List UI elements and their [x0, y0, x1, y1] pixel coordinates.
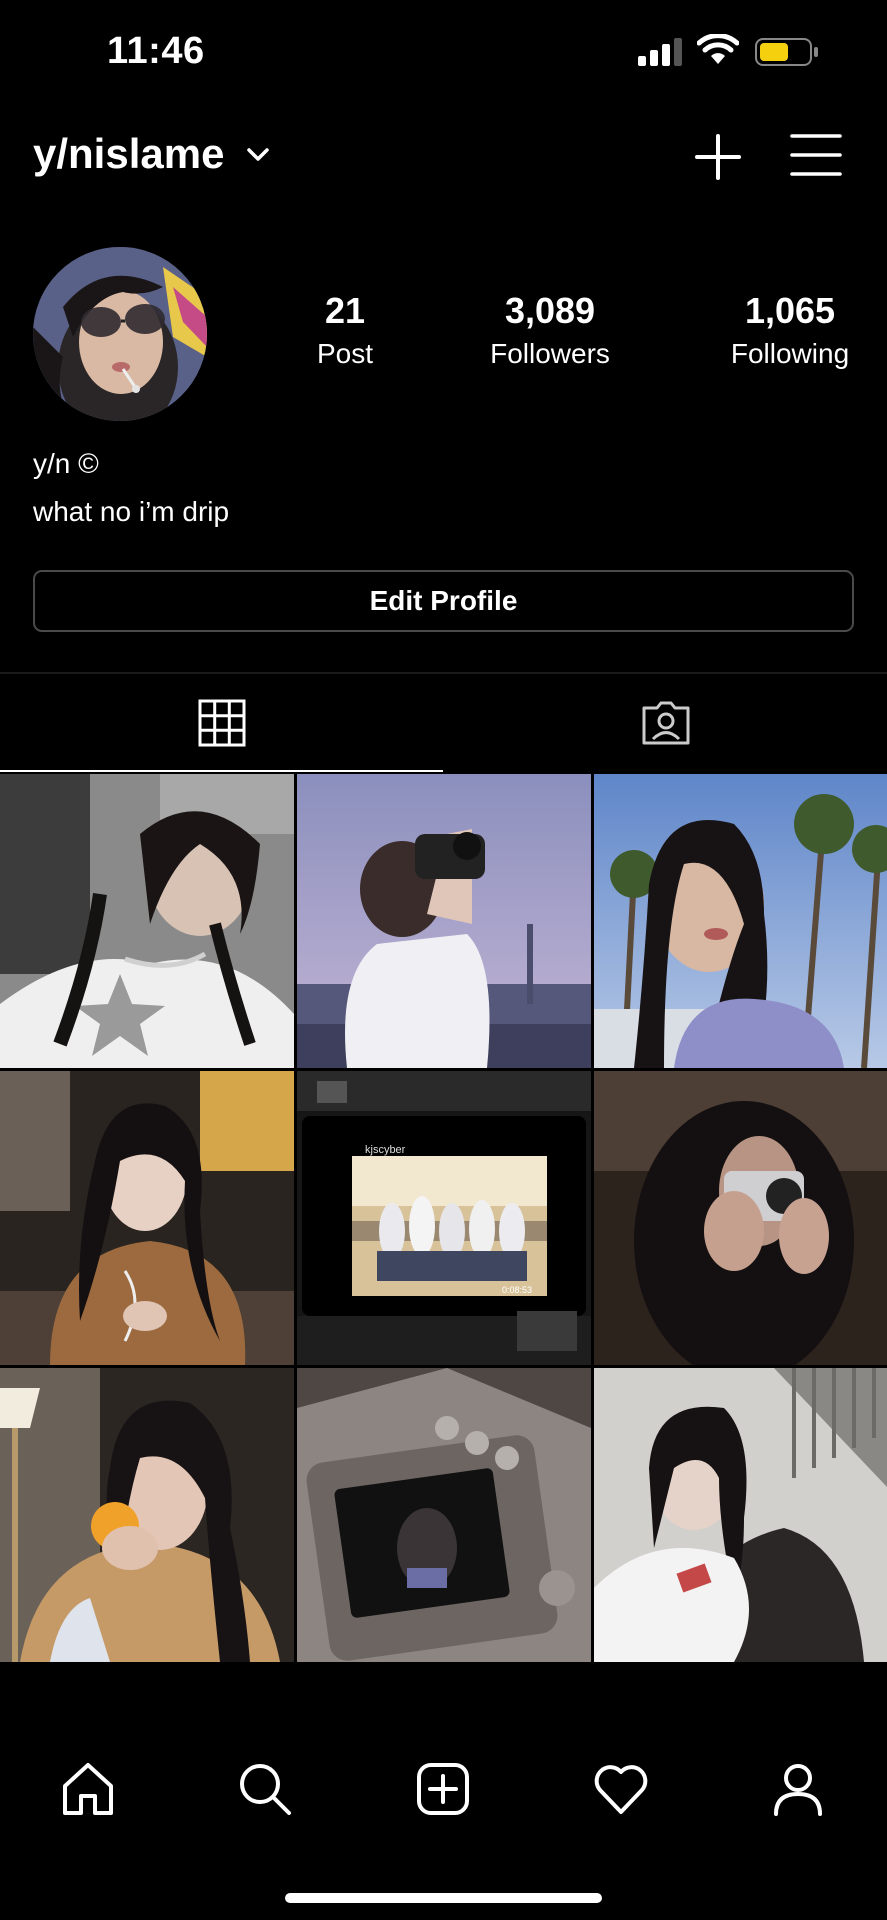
posts-count-label: Post [316, 338, 374, 369]
following-count[interactable]: 1,065 Following [710, 290, 870, 370]
post-image [594, 774, 887, 1068]
post-image [297, 774, 591, 1068]
search-icon[interactable] [236, 1760, 294, 1818]
status-bar: 11:46 [0, 0, 887, 100]
plus-icon[interactable] [695, 134, 741, 180]
following-count-label: Following [730, 338, 850, 369]
home-indicator[interactable] [285, 1893, 602, 1903]
profile-display-name: y/n © [33, 448, 99, 479]
grid-icon [198, 699, 245, 747]
post-tile[interactable] [297, 774, 591, 1068]
wifi-icon [697, 34, 739, 64]
post-image [0, 1071, 294, 1365]
battery-icon [755, 38, 818, 66]
post-tile[interactable] [0, 1368, 294, 1662]
post-image [0, 1368, 294, 1662]
posts-count-value: 21 [324, 290, 366, 331]
followers-count[interactable]: 3,089 Followers [470, 290, 630, 370]
home-icon[interactable] [59, 1760, 117, 1818]
post-image [594, 1368, 887, 1662]
post-image [0, 774, 294, 1068]
status-time: 11:46 [107, 30, 205, 72]
bottom-navigation [0, 1740, 887, 1840]
post-tile[interactable] [297, 1368, 591, 1662]
camera-screen-timecode: 0:08:53 [502, 1285, 532, 1295]
tab-posts-grid[interactable] [0, 674, 443, 772]
post-tile[interactable] [0, 774, 294, 1068]
post-tile[interactable] [594, 1368, 887, 1662]
camera-screen-label: kjscyber [365, 1144, 406, 1156]
account-username[interactable]: y/nislame [33, 130, 224, 178]
post-tile[interactable] [594, 1071, 887, 1365]
posts-grid: kjscyber 0:08:53 [0, 774, 887, 1662]
posts-count[interactable]: 21 Post [300, 290, 390, 370]
add-post-icon[interactable] [414, 1760, 472, 1818]
followers-count-label: Followers [490, 338, 610, 369]
post-image: kjscyber 0:08:53 [297, 1071, 591, 1365]
followers-count-value: 3,089 [504, 290, 596, 331]
profile-header: y/nislame [0, 120, 887, 190]
post-image [297, 1368, 591, 1662]
profile-bio: what no i’m drip [33, 496, 230, 527]
cellular-signal-icon [638, 38, 682, 66]
avatar-image [33, 247, 207, 421]
hamburger-menu-icon[interactable] [790, 133, 842, 177]
profile-icon[interactable] [769, 1760, 827, 1818]
tagged-person-icon [642, 701, 689, 745]
post-tile[interactable] [0, 1071, 294, 1365]
post-tile[interactable]: kjscyber 0:08:53 [297, 1071, 591, 1365]
post-image [594, 1071, 887, 1365]
edit-profile-button[interactable]: Edit Profile [33, 570, 854, 632]
profile-avatar[interactable] [33, 247, 207, 421]
post-tile[interactable] [594, 774, 887, 1068]
following-count-value: 1,065 [744, 290, 836, 331]
heart-icon[interactable] [592, 1760, 650, 1818]
tab-tagged[interactable] [444, 674, 887, 772]
active-tab-indicator [0, 770, 443, 772]
chevron-down-icon[interactable] [246, 146, 270, 164]
